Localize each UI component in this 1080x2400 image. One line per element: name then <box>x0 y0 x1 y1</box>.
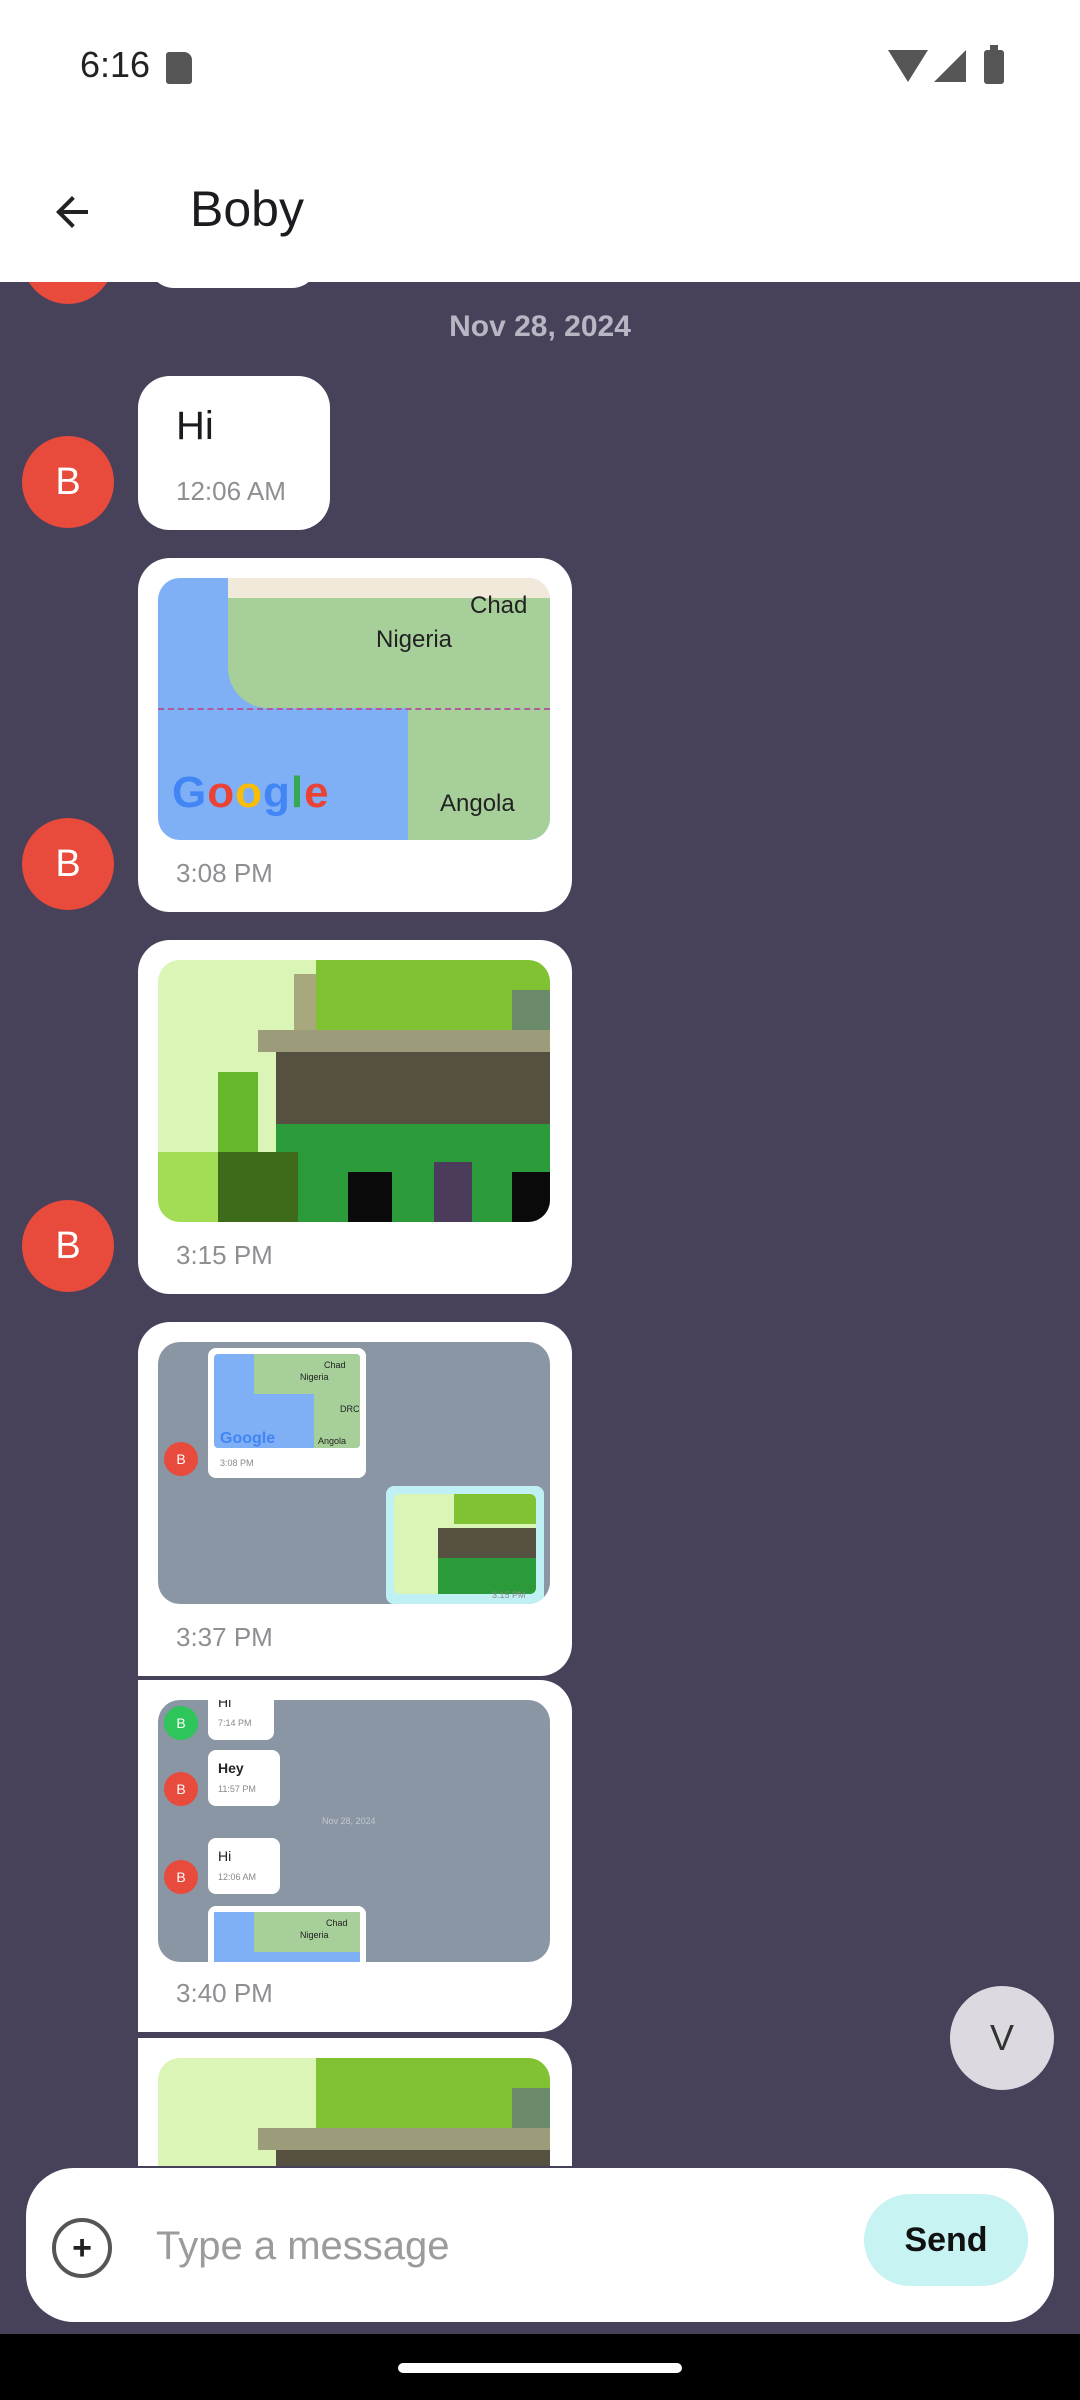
image-thumbnail[interactable] <box>158 2058 550 2166</box>
map-label: Nigeria <box>376 626 453 653</box>
app-bar <box>0 140 1080 282</box>
chat-area[interactable]: Nov 28, 2024 B Hi 12:06 AM B Chad Nigeri… <box>0 282 1080 2166</box>
avatar-initial: B <box>55 842 81 885</box>
image-thumbnail[interactable] <box>158 960 550 1222</box>
message-bubble[interactable]: Chad Nigeria Angola Google 3:08 PM <box>138 558 572 912</box>
date-separator: Nov 28, 2024 <box>449 310 631 343</box>
map-label: Chad <box>470 592 528 619</box>
avatar[interactable] <box>22 282 114 304</box>
attach-button[interactable]: + <box>52 2218 112 2278</box>
arrow-left-icon <box>56 196 88 228</box>
avatar-initial: B <box>55 460 81 503</box>
message-time: 3:08 PM <box>176 858 273 888</box>
map-thumbnail[interactable]: Chad Nigeria Angola Google <box>158 578 550 840</box>
message-bubble[interactable]: 3:15 PM <box>138 940 572 1294</box>
avatar[interactable]: B <box>22 436 114 528</box>
message-text: Hi <box>176 404 214 448</box>
avatar-initial: B <box>55 1224 81 1267</box>
plus-icon: + <box>72 2228 92 2267</box>
google-logo: Google <box>172 768 330 817</box>
message-time: 12:06 AM <box>176 476 286 506</box>
sd-card-icon <box>166 52 192 84</box>
message-bubble[interactable] <box>148 282 318 288</box>
map-label: Angola <box>440 790 515 817</box>
message-bubble[interactable]: Hi 12:06 AM <box>138 376 330 530</box>
message-time: 3:40 PM <box>176 1978 273 2008</box>
message-time: 3:37 PM <box>176 1622 273 1652</box>
message-input[interactable] <box>154 2200 848 2292</box>
signal-icon <box>934 50 966 82</box>
send-button[interactable]: Send <box>864 2194 1028 2286</box>
message-bubble[interactable]: Chad Nigeria DRC Angola Google 3:08 PM B… <box>138 1322 572 1676</box>
back-button[interactable] <box>36 176 108 248</box>
screenshot-thumbnail[interactable]: B Hi 7:14 PM B Hey 11:57 PM Nov 28, 2024… <box>158 1700 550 1962</box>
avatar-initial: V <box>989 2017 1014 2058</box>
page-title: Boby <box>190 181 304 237</box>
avatar[interactable]: B <box>22 1200 114 1292</box>
screenshot-thumbnail[interactable]: Chad Nigeria DRC Angola Google 3:08 PM B… <box>158 1342 550 1604</box>
avatar[interactable]: B <box>22 818 114 910</box>
message-time: 3:15 PM <box>176 1240 273 1270</box>
battery-icon <box>984 45 1004 84</box>
home-indicator[interactable] <box>398 2363 682 2373</box>
message-bubble[interactable] <box>138 2038 572 2166</box>
status-time: 6:16 <box>80 44 151 85</box>
wifi-icon <box>888 50 928 82</box>
avatar: B <box>164 1442 198 1476</box>
message-bubble[interactable]: B Hi 7:14 PM B Hey 11:57 PM Nov 28, 2024… <box>138 1680 572 2032</box>
user-avatar-button[interactable]: V <box>950 1986 1054 2090</box>
status-bar: 6:16 <box>0 0 1080 140</box>
